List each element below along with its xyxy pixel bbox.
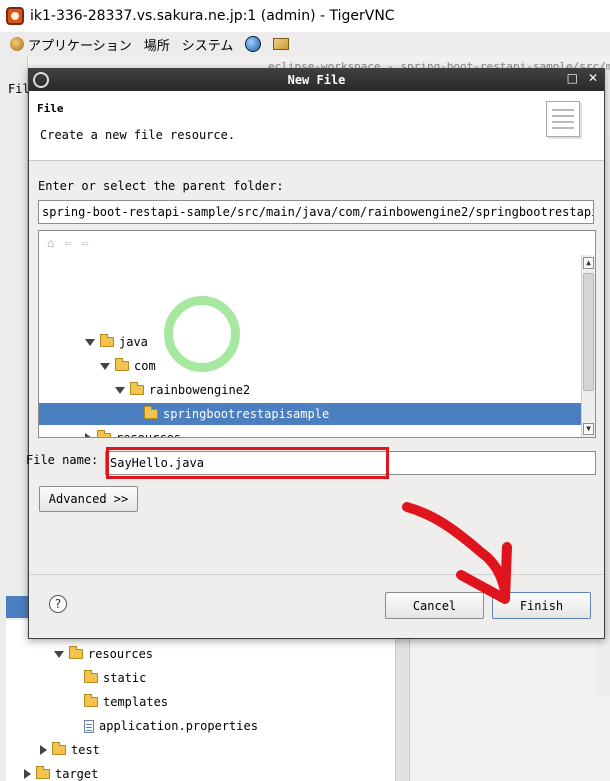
tree-scrollbar[interactable]: ▲ ▼	[581, 255, 595, 437]
places-menu[interactable]: 場所	[144, 35, 170, 54]
folder-icon	[69, 646, 83, 659]
maximize-icon[interactable]: □	[567, 71, 578, 85]
folder-icon	[84, 694, 98, 707]
finish-button[interactable]: Finish	[492, 592, 591, 619]
folder-icon	[100, 334, 114, 347]
tree-row-resources[interactable]: resources	[85, 427, 181, 437]
dialog-header: File Create a new file resource.	[29, 91, 604, 161]
scroll-up-icon[interactable]: ▲	[583, 257, 594, 269]
dialog-title: New File	[287, 73, 346, 87]
advanced-button[interactable]: Advanced >>	[39, 486, 138, 512]
explorer-item-resources[interactable]: resources	[54, 644, 153, 664]
vnc-window-title: ik1-336-28337.vs.sakura.ne.jp:1 (admin) …	[30, 8, 395, 24]
tree-row-com[interactable]: com	[100, 355, 156, 377]
vnc-titlebar: ik1-336-28337.vs.sakura.ne.jp:1 (admin) …	[0, 0, 610, 32]
explorer-item-application-properties[interactable]: application.properties	[84, 716, 258, 736]
dialog-header-title: File	[37, 102, 64, 115]
tree-row-rainbowengine2[interactable]: rainbowengine2	[115, 379, 250, 401]
tigervnc-icon	[6, 7, 24, 25]
explorer-item-test[interactable]: test	[40, 740, 100, 760]
folder-icon	[97, 430, 111, 437]
tree-row-java[interactable]: java	[85, 331, 148, 353]
folder-icon	[130, 382, 144, 395]
scroll-down-icon[interactable]: ▼	[583, 423, 594, 435]
folder-icon	[115, 358, 129, 371]
dialog-titlebar[interactable]: New File □ ✕	[29, 69, 604, 91]
footer-divider	[29, 574, 604, 575]
explorer-item-static[interactable]: static	[84, 668, 146, 688]
dialog-header-description: Create a new file resource.	[40, 128, 236, 142]
expand-arrow-icon[interactable]	[54, 650, 64, 658]
web-browser-launcher-icon[interactable]	[245, 36, 262, 52]
close-icon[interactable]: ✕	[588, 71, 598, 85]
expand-arrow-icon[interactable]	[115, 386, 125, 394]
system-menu[interactable]: システム	[182, 35, 234, 54]
applications-menu-label: アプリケーション	[28, 38, 132, 54]
properties-file-icon	[84, 719, 94, 733]
tree-toolbar: ⌂ ⇦ ⇨	[39, 231, 595, 255]
folder-icon	[36, 766, 50, 779]
explorer-item-target[interactable]: target	[24, 764, 98, 781]
tree-row-springbootrestapisample[interactable]: springbootrestapisample	[39, 403, 581, 425]
desktop-menubar: アプリケーション 場所 システム	[0, 32, 610, 56]
applications-menu[interactable]: アプリケーション	[10, 35, 132, 54]
new-file-banner-icon	[546, 101, 580, 137]
collapse-arrow-icon[interactable]	[85, 433, 92, 437]
scrollbar-thumb[interactable]	[583, 273, 594, 391]
home-icon[interactable]: ⌂	[47, 236, 54, 250]
parent-folder-input[interactable]: spring-boot-restapi-sample/src/main/java…	[38, 200, 594, 224]
folder-icon	[84, 670, 98, 683]
explorer-item-templates[interactable]: templates	[84, 692, 168, 712]
expand-arrow-icon[interactable]	[85, 338, 95, 346]
folder-icon	[144, 406, 158, 419]
eclipse-icon	[33, 72, 49, 88]
folder-icon	[52, 742, 66, 755]
gnome-foot-icon	[10, 37, 24, 51]
eclipse-menu-file[interactable]: Fil	[8, 82, 30, 96]
cancel-button[interactable]: Cancel	[385, 592, 484, 619]
explorer-scrollbar[interactable]	[395, 620, 409, 781]
mail-launcher-icon[interactable]	[273, 38, 290, 50]
forward-arrow-icon[interactable]: ⇨	[81, 236, 88, 250]
collapse-arrow-icon[interactable]	[40, 745, 47, 755]
help-icon[interactable]: ?	[49, 595, 67, 613]
file-name-label: File name:	[26, 453, 99, 467]
parent-folder-label: Enter or select the parent folder:	[38, 179, 284, 193]
back-arrow-icon[interactable]: ⇦	[64, 236, 71, 250]
folder-tree[interactable]: ⌂ ⇦ ⇨ java com rainbowengine2 springboot…	[38, 230, 596, 438]
new-file-dialog: New File □ ✕ File Create a new file reso…	[26, 68, 605, 639]
file-name-input[interactable]: SayHello.java	[105, 451, 596, 475]
package-explorer: resources static templates application.p…	[6, 620, 410, 781]
expand-arrow-icon[interactable]	[100, 362, 110, 370]
collapse-arrow-icon[interactable]	[24, 769, 31, 779]
